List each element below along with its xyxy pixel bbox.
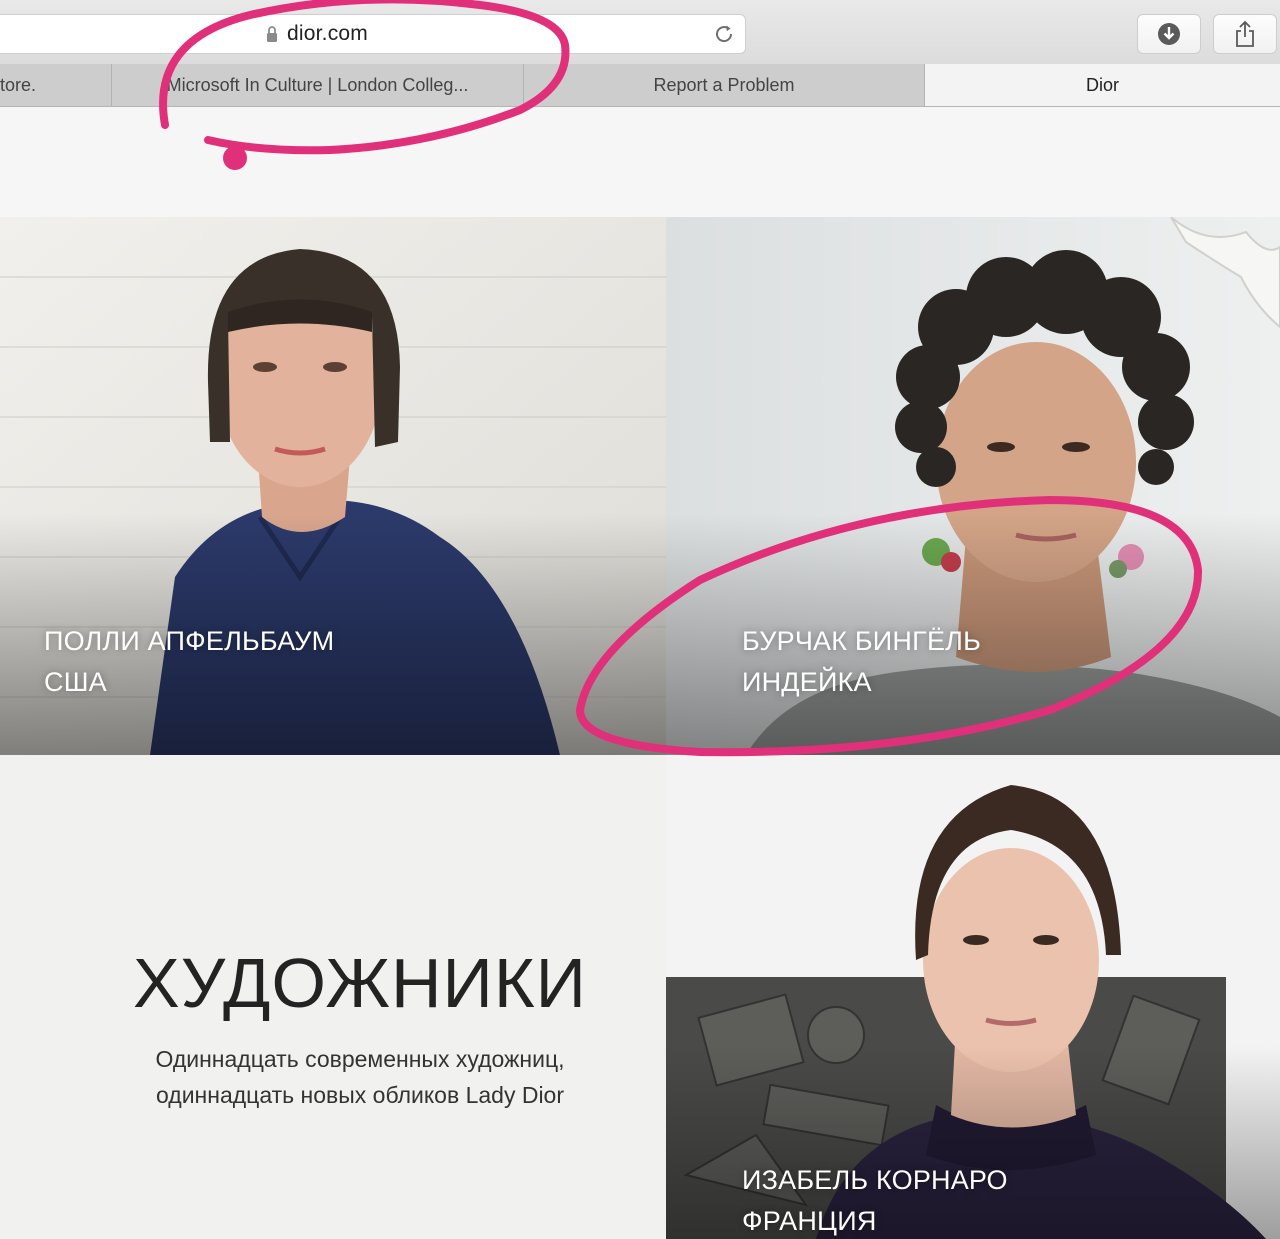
address-text: dior.com	[287, 22, 368, 45]
subtitle-line: одиннадцать новых обликов Lady Dior	[155, 1082, 565, 1108]
subtitle-line: Одиннадцать современных художниц,	[155, 1046, 565, 1072]
tab-label: Microsoft In Culture | London Colleg...	[166, 75, 469, 95]
tab-dior[interactable]: Dior	[925, 64, 1280, 106]
tab-label: Report a Problem	[653, 75, 795, 95]
download-icon	[1158, 23, 1180, 45]
artist-tile-bingol[interactable]: БУРЧАК БИНГЁЛЬ ИНДЕЙКА	[666, 217, 1280, 755]
artist-country: ФРАНЦИЯ	[742, 1206, 877, 1236]
tab-label: Dior	[1085, 75, 1119, 95]
artist-country: США	[44, 667, 107, 697]
section-title: ХУДОЖНИКИ	[133, 944, 587, 1022]
section-subtitle: Одиннадцать современных художниц, одинна…	[0, 1041, 720, 1113]
tab-store[interactable]: tore.	[0, 64, 112, 106]
artist-tile-cornaro[interactable]: ИЗАБЕЛЬ КОРНАРО ФРАНЦИЯ	[666, 755, 1280, 1239]
browser-toolbar: dior.com	[0, 0, 1280, 65]
lock-icon	[267, 26, 277, 42]
artist-name: ПОЛЛИ АПФЕЛЬБАУМ	[44, 626, 335, 656]
artist-caption: ИЗАБЕЛЬ КОРНАРО ФРАНЦИЯ	[742, 1160, 1008, 1239]
reload-icon	[716, 25, 733, 43]
tab-report-a-problem[interactable]: Report a Problem	[524, 64, 925, 106]
artist-name: БУРЧАК БИНГЁЛЬ	[742, 626, 981, 656]
page-header	[0, 107, 1280, 217]
share-icon	[1236, 20, 1254, 47]
artist-caption: ПОЛЛИ АПФЕЛЬБАУМ США	[44, 621, 334, 703]
artist-tile-apfelbaum[interactable]: ПОЛЛИ АПФЕЛЬБАУМ США	[0, 217, 666, 755]
reload-button[interactable]	[709, 19, 739, 49]
share-button[interactable]	[1213, 14, 1277, 54]
artist-caption: БУРЧАК БИНГЁЛЬ ИНДЕЙКА	[742, 621, 981, 703]
address-bar[interactable]: dior.com	[0, 14, 746, 54]
artist-country: ИНДЕЙКА	[742, 667, 872, 697]
tab-bar: tore. Microsoft In Culture | London Coll…	[0, 64, 1280, 107]
tab-label: tore.	[0, 75, 37, 95]
tab-microsoft-in-culture[interactable]: Microsoft In Culture | London Colleg...	[112, 64, 524, 106]
download-button[interactable]	[1137, 14, 1201, 54]
intro-block: ХУДОЖНИКИ Одиннадцать современных художн…	[0, 755, 666, 1239]
artist-name: ИЗАБЕЛЬ КОРНАРО	[742, 1165, 1008, 1195]
